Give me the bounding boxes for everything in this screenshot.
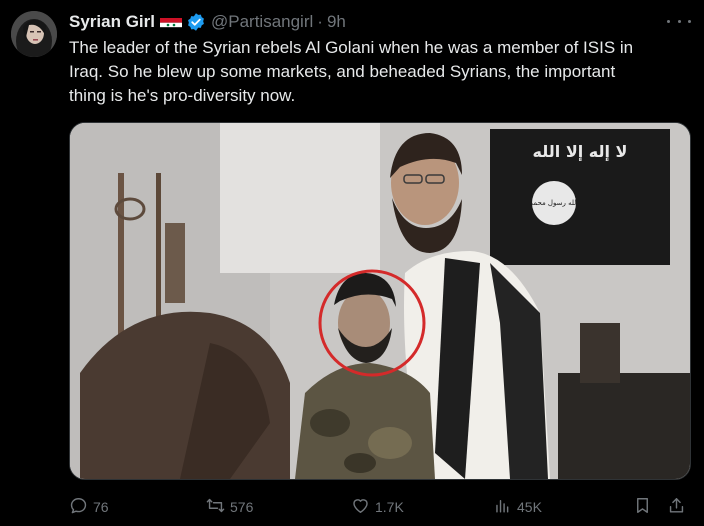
like-icon (351, 496, 370, 518)
like-button[interactable]: 1.7K (351, 493, 404, 521)
like-count: 1.7K (375, 499, 404, 515)
timestamp[interactable]: 9h (327, 10, 346, 34)
tweet-photo[interactable]: لا إله إلا الله الله رسول محمد (69, 122, 691, 480)
share-icon (667, 496, 686, 518)
tweet-text-line: Iraq. So he blew up some markets, and be… (69, 62, 616, 81)
verified-icon[interactable] (186, 12, 206, 32)
repost-icon (206, 496, 225, 518)
separator-dot: · (317, 12, 323, 31)
reply-count: 76 (93, 499, 109, 515)
views-count: 45K (517, 499, 542, 515)
tweet-header: Syrian Girl @Partisangirl · 9h (69, 10, 684, 34)
bookmark-icon (633, 496, 652, 518)
tweet-text-line: thing is he's pro-diversity now. (69, 86, 296, 105)
action-bar: 76 576 1.7K 45K (69, 493, 691, 521)
tweet-text-line: The leader of the Syrian rebels Al Golan… (69, 38, 634, 57)
more-icon[interactable] (667, 14, 691, 28)
syria-flag-icon (159, 15, 182, 29)
views-icon (493, 496, 512, 518)
author-handle[interactable]: @Partisangirl (211, 10, 313, 34)
seal-text: الله رسول محمد (530, 199, 579, 207)
reply-icon (69, 496, 88, 518)
display-name[interactable]: Syrian Girl (69, 10, 155, 34)
share-button[interactable] (667, 493, 686, 521)
repost-count: 576 (230, 499, 254, 515)
tweet-text: The leader of the Syrian rebels Al Golan… (69, 36, 689, 108)
repost-button[interactable]: 576 (206, 493, 253, 521)
avatar[interactable] (11, 11, 57, 57)
views-button[interactable]: 45K (493, 493, 542, 521)
tweet[interactable]: Syrian Girl @Partisangirl · 9h The leade… (0, 0, 704, 526)
bookmark-button[interactable] (633, 493, 652, 521)
reply-button[interactable]: 76 (69, 493, 109, 521)
banner-text: لا إله إلا الله (533, 142, 628, 161)
